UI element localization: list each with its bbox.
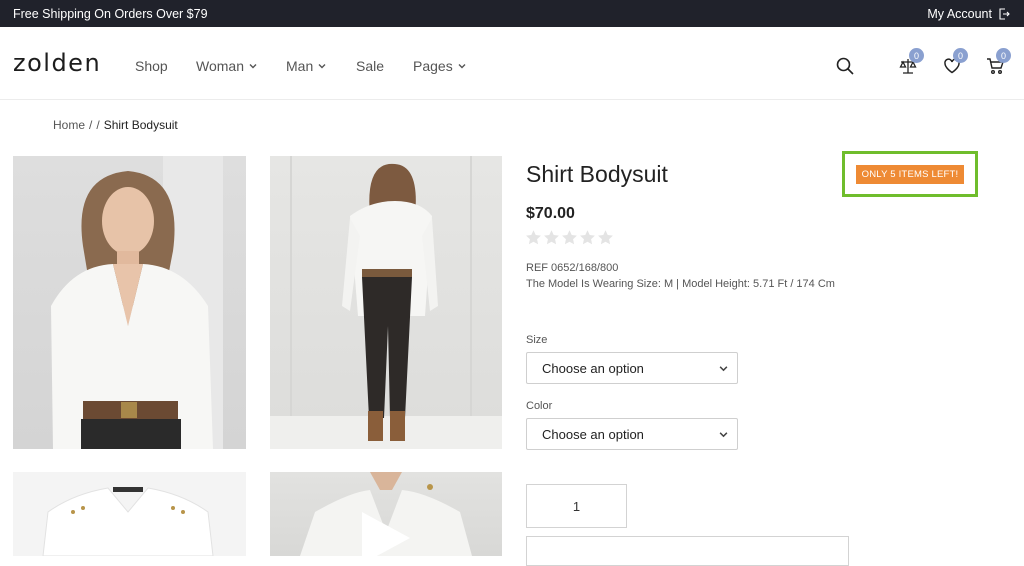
announcement-bar: Free Shipping On Orders Over $79 My Acco… bbox=[0, 0, 1024, 27]
product-video-thumbnail[interactable] bbox=[270, 472, 502, 556]
nav-item-label: Shop bbox=[135, 58, 168, 74]
product-price: $70.00 bbox=[526, 205, 575, 222]
nav-item-label: Pages bbox=[413, 58, 453, 74]
cart-count-badge: 0 bbox=[996, 48, 1011, 63]
breadcrumb-separator: / bbox=[96, 118, 100, 132]
chevron-down-icon bbox=[719, 431, 728, 437]
star-icon bbox=[544, 230, 559, 245]
nav-item-label: Man bbox=[286, 58, 314, 74]
logout-icon bbox=[999, 7, 1010, 20]
wishlist-button[interactable]: 0 bbox=[943, 48, 968, 80]
breadcrumb-separator: / bbox=[89, 118, 93, 132]
color-label: Color bbox=[526, 400, 553, 412]
star-icon bbox=[598, 230, 613, 245]
product-title: Shirt Bodysuit bbox=[526, 161, 668, 187]
chevron-down-icon bbox=[318, 64, 326, 69]
nav-item-label: Sale bbox=[356, 58, 385, 74]
size-select-value: Choose an option bbox=[542, 360, 644, 376]
nav-item-sale[interactable]: Sale bbox=[356, 58, 413, 74]
add-to-cart-button[interactable] bbox=[526, 536, 849, 566]
site-logo[interactable]: zolden bbox=[13, 49, 101, 77]
wishlist-count-badge: 0 bbox=[953, 48, 968, 63]
quantity-input[interactable]: 1 bbox=[526, 484, 627, 528]
breadcrumb-current: Shirt Bodysuit bbox=[103, 118, 178, 132]
nav-item-label: Woman bbox=[196, 58, 244, 74]
stock-badge: ONLY 5 ITEMS LEFT! bbox=[855, 164, 965, 184]
main-nav: Shop Woman Man Sale Pages bbox=[135, 58, 473, 74]
site-header: zolden Shop Woman Man Sale Pages 0 0 0 bbox=[0, 27, 1024, 100]
nav-item-woman[interactable]: Woman bbox=[196, 58, 286, 74]
nav-item-man[interactable]: Man bbox=[286, 58, 356, 74]
breadcrumb-home[interactable]: Home bbox=[53, 118, 85, 132]
model-back-illustration bbox=[270, 156, 502, 449]
chevron-down-icon bbox=[458, 64, 466, 69]
product-image-flatlay[interactable] bbox=[13, 472, 246, 556]
rating-stars bbox=[525, 229, 614, 246]
model-info: The Model Is Wearing Size: M | Model Hei… bbox=[526, 278, 835, 290]
free-shipping-text: Free Shipping On Orders Over $79 bbox=[13, 6, 208, 21]
color-select[interactable]: Choose an option bbox=[526, 418, 738, 450]
star-icon bbox=[562, 230, 577, 245]
chevron-down-icon bbox=[249, 64, 257, 69]
shirt-flatlay-illustration bbox=[42, 487, 214, 556]
color-select-value: Choose an option bbox=[542, 426, 644, 442]
product-ref: REF 0652/168/800 bbox=[526, 262, 619, 274]
breadcrumb: Home / / Shirt Bodysuit bbox=[53, 118, 178, 132]
model-front-illustration bbox=[51, 156, 223, 449]
my-account-link[interactable]: My Account bbox=[927, 7, 1010, 21]
play-icon[interactable] bbox=[358, 508, 414, 556]
nav-item-shop[interactable]: Shop bbox=[135, 58, 196, 74]
search-button[interactable] bbox=[836, 57, 854, 80]
product-image-back[interactable] bbox=[270, 156, 502, 449]
star-icon bbox=[526, 230, 541, 245]
star-icon bbox=[580, 230, 595, 245]
search-icon bbox=[836, 57, 854, 75]
cart-button[interactable]: 0 bbox=[986, 48, 1011, 80]
product-image-front[interactable] bbox=[13, 156, 246, 449]
compare-count-badge: 0 bbox=[909, 48, 924, 63]
compare-button[interactable]: 0 bbox=[899, 48, 924, 80]
size-label: Size bbox=[526, 334, 548, 346]
nav-item-pages[interactable]: Pages bbox=[413, 58, 473, 74]
quantity-value: 1 bbox=[572, 498, 581, 514]
my-account-label: My Account bbox=[927, 6, 992, 21]
chevron-down-icon bbox=[719, 365, 728, 371]
stock-highlight-box: ONLY 5 ITEMS LEFT! bbox=[842, 151, 978, 197]
size-select[interactable]: Choose an option bbox=[526, 352, 738, 384]
